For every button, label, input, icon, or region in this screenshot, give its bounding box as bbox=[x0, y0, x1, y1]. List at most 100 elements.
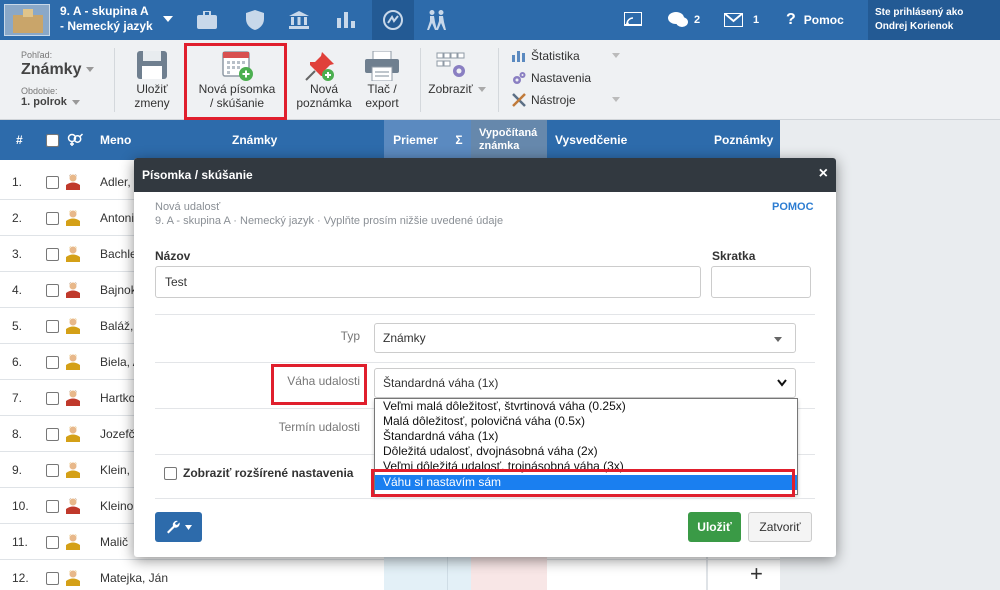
row-checkbox[interactable] bbox=[46, 416, 59, 452]
close-icon[interactable]: × bbox=[819, 165, 828, 183]
col-header-computed[interactable]: Vypočítaná známka bbox=[471, 120, 547, 160]
type-select[interactable]: Známky bbox=[374, 323, 796, 353]
notes-divider bbox=[706, 560, 708, 590]
new-test-label-line1: Nová písomka bbox=[198, 82, 276, 96]
student-avatar-icon bbox=[66, 236, 80, 272]
tools-menu[interactable]: Nástroje bbox=[512, 93, 576, 107]
close-dialog-button[interactable]: Zatvoriť bbox=[748, 512, 812, 542]
weight-value: Štandardná váha (1x) bbox=[383, 376, 499, 390]
top-bar: 9. A - skupina A - Nemecký jazyk 2 1 ? P… bbox=[0, 0, 1000, 40]
new-test-button[interactable]: Nová písomka / skúšanie bbox=[190, 82, 284, 110]
row-checkbox[interactable] bbox=[46, 488, 59, 524]
row-checkbox[interactable] bbox=[46, 344, 59, 380]
weight-option[interactable]: Veľmi malá dôležitosť, štvrtinová váha (… bbox=[375, 399, 797, 414]
statistics-menu[interactable]: Štatistika bbox=[512, 49, 580, 63]
select-all-checkbox[interactable] bbox=[46, 120, 59, 160]
new-note-button[interactable]: Nová poznámka bbox=[294, 82, 354, 110]
student-name[interactable]: Bajnok bbox=[100, 272, 137, 308]
row-checkbox[interactable] bbox=[46, 452, 59, 488]
institution-icon[interactable] bbox=[278, 0, 320, 40]
new-test-label-line2: / skúšanie bbox=[209, 96, 265, 110]
col-header-certificate[interactable]: Vysvedčenie bbox=[555, 120, 627, 160]
weight-option[interactable]: Veľmi dôležitá udalosť, trojnásobná váha… bbox=[375, 459, 797, 474]
student-name[interactable]: Malič bbox=[100, 524, 128, 560]
student-name[interactable]: Hartko bbox=[100, 380, 135, 416]
tools-dropdown-button[interactable] bbox=[155, 512, 202, 542]
row-checkbox[interactable] bbox=[46, 380, 59, 416]
student-name[interactable]: Jozefč bbox=[100, 416, 135, 452]
student-name[interactable]: Kleino bbox=[100, 488, 133, 524]
row-number: 7. bbox=[12, 391, 23, 405]
name-input[interactable] bbox=[155, 266, 701, 298]
statistics-chevron-down-icon[interactable] bbox=[612, 53, 620, 58]
computed-cell[interactable] bbox=[471, 560, 547, 590]
dialog-help-link[interactable]: POMOC bbox=[772, 201, 814, 213]
logged-user-panel[interactable]: Ste prihlásený ako Ondrej Korienok bbox=[868, 0, 1000, 40]
average-cell[interactable] bbox=[384, 560, 447, 590]
dialog-subtitle: Nová udalosť bbox=[155, 201, 221, 213]
help-label: Pomoc bbox=[803, 13, 844, 27]
short-input[interactable] bbox=[711, 266, 811, 298]
class-selector-chevron-down-icon[interactable] bbox=[163, 16, 173, 22]
chevron-down-icon bbox=[477, 87, 486, 93]
floppy-disk-icon bbox=[137, 51, 167, 79]
row-checkbox[interactable] bbox=[46, 236, 59, 272]
weight-label: Váha udalosti bbox=[287, 374, 360, 388]
class-selector[interactable]: 9. A - skupina A - Nemecký jazyk bbox=[60, 4, 153, 34]
shield-icon[interactable] bbox=[234, 0, 276, 40]
print-label-line2: export bbox=[365, 96, 399, 110]
row-checkbox[interactable] bbox=[46, 200, 59, 236]
weight-select[interactable]: Štandardná váha (1x) bbox=[374, 368, 796, 398]
advanced-checkbox[interactable] bbox=[164, 466, 177, 480]
save-button[interactable]: Uložiť bbox=[688, 512, 741, 542]
col-header-grades[interactable]: Známky bbox=[232, 120, 277, 160]
school-logo[interactable] bbox=[4, 4, 50, 36]
weight-option[interactable]: Váhu si nastavím sám bbox=[375, 475, 797, 490]
student-name[interactable]: Antoni bbox=[100, 200, 134, 236]
row-checkbox[interactable] bbox=[46, 308, 59, 344]
gender-icon[interactable] bbox=[67, 120, 83, 160]
row-checkbox[interactable] bbox=[46, 560, 59, 590]
sum-cell[interactable] bbox=[447, 560, 471, 590]
dialog-title: Písomka / skúšanie bbox=[142, 168, 253, 182]
weight-option[interactable]: Štandardná váha (1x) bbox=[375, 429, 797, 444]
student-name[interactable]: Klein, bbox=[100, 452, 130, 488]
gears-icon bbox=[513, 72, 526, 84]
row-checkbox[interactable] bbox=[46, 272, 59, 308]
print-export-button[interactable]: Tlač / export bbox=[354, 82, 410, 110]
show-dropdown-button[interactable]: Zobraziť bbox=[424, 82, 490, 96]
advanced-settings-toggle[interactable]: Zobraziť rozšírené nastavenia bbox=[164, 466, 353, 480]
add-note-plus-icon[interactable]: + bbox=[750, 563, 763, 585]
briefcase-icon[interactable] bbox=[186, 0, 228, 40]
chart-icon bbox=[512, 51, 525, 62]
help-button[interactable]: ? Pomoc bbox=[786, 0, 844, 40]
student-name[interactable]: Matejka, Ján bbox=[100, 560, 168, 590]
screen-share-icon[interactable] bbox=[624, 0, 642, 40]
bar-chart-icon[interactable] bbox=[325, 0, 367, 40]
student-avatar-icon bbox=[66, 308, 80, 344]
tools-chevron-down-icon[interactable] bbox=[612, 97, 620, 102]
student-avatar-icon bbox=[66, 416, 80, 452]
col-header-name[interactable]: Meno bbox=[100, 120, 131, 160]
student-name[interactable]: Baláž, bbox=[100, 308, 133, 344]
col-header-notes[interactable]: Poznámky bbox=[714, 120, 773, 160]
student-name[interactable]: Bachle bbox=[100, 236, 137, 272]
weight-dropdown-list: Veľmi malá dôležitosť, štvrtinová váha (… bbox=[374, 398, 798, 495]
weight-option[interactable]: Dôležitá udalosť, dvojnásobná váha (2x) bbox=[375, 444, 797, 459]
type-label: Typ bbox=[340, 329, 360, 343]
weight-option[interactable]: Malá dôležitosť, polovičná váha (0.5x) bbox=[375, 414, 797, 429]
messages-button[interactable]: 2 bbox=[668, 0, 700, 40]
row-checkbox[interactable] bbox=[46, 164, 59, 200]
row-checkbox[interactable] bbox=[46, 524, 59, 560]
col-header-average[interactable]: Priemer bbox=[384, 120, 447, 160]
walking-people-icon[interactable] bbox=[416, 0, 458, 40]
settings-menu[interactable]: Nastavenia bbox=[512, 71, 591, 85]
student-avatar-icon bbox=[66, 164, 80, 200]
save-changes-button[interactable]: Uložiť zmeny bbox=[122, 82, 182, 110]
col-header-sum[interactable]: Σ bbox=[447, 120, 471, 160]
period-selector[interactable]: 1. polrok bbox=[21, 96, 80, 108]
chevron-down-icon bbox=[71, 99, 80, 105]
view-selector[interactable]: Známky bbox=[21, 61, 95, 79]
grades-module-icon[interactable] bbox=[372, 0, 414, 40]
mail-button[interactable]: 1 bbox=[724, 0, 759, 40]
